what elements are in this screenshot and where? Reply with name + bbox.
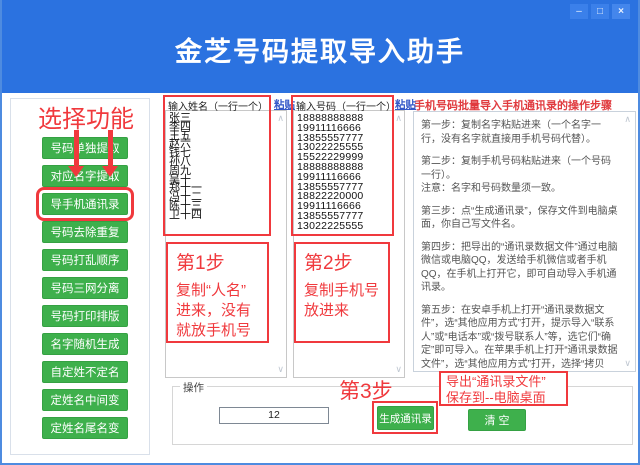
annotation-export-note: 导出“通讯录文件” 保存到--电脑桌面 [439,371,568,406]
scroll-up-icon[interactable]: ∧ [277,113,284,124]
sidebar-function-button[interactable]: 号码单独提取 [42,137,128,159]
names-paste-link[interactable]: 粘贴 [274,97,295,112]
window-controls: – □ × [570,4,630,19]
name-entry: 卫十四 [166,211,286,220]
step1-title: 第1步 [176,248,267,275]
instruction-paragraph: 第一步：复制名字粘贴进来（一个名字一行，没有名字就直接用手机号码代替）。 [421,119,619,146]
scroll-up-icon[interactable]: ∧ [624,114,631,125]
generate-contacts-button[interactable]: 生成通讯录 [377,406,434,430]
sidebar-function-button[interactable]: 名字随机生成 [42,333,128,355]
instruction-paragraph: 第四步：把导出的“通讯录数据文件”通过电脑微信或电脑QQ，发送给手机微信或者手机… [421,241,619,295]
scroll-down-icon[interactable]: ∨ [395,364,402,375]
sidebar-heading: 选择功能 [38,99,134,134]
annotation-arrow-left [74,130,79,168]
annotation-arrowhead-left [68,166,84,177]
annotation-step1-box: 第1步 复制“人名” 进来，没有 就放手机号 [166,242,269,343]
close-icon[interactable]: × [612,4,630,19]
scroll-down-icon[interactable]: ∨ [277,364,284,375]
numbers-paste-link[interactable]: 粘贴 [395,97,416,112]
minimize-icon[interactable]: – [570,4,588,19]
names-list: 张三 李四 王五 赵六 钱七 孙八 周九 吴十 郑十一 冯十二 陈十三 [166,111,286,220]
numbers-column-header: 输入号码（一行一个） [296,98,396,113]
operations-group-label: 操作 [180,380,207,395]
step2-title: 第2步 [304,248,388,275]
sidebar-function-button[interactable]: 号码去除重复 [42,221,128,243]
instruction-paragraph: 第五步：在安卓手机上打开“通讯录数据文件”，选“其他应用方式”打开，提示导入“联… [421,304,619,373]
annotation-step2-box: 第2步 复制手机号 放进来 [294,242,390,343]
sidebar-function-button[interactable]: 导手机通讯录 [42,193,128,215]
instruction-paragraph: 第二步：复制手机号码粘贴进来（一个号码一行）。 注意：名字和号码数量须一致。 [421,155,619,196]
instructions-text: 第一步：复制名字粘贴进来（一个名字一行，没有名字就直接用手机号码代替）。 第二步… [414,112,635,372]
sidebar-function-list: 号码单独提取 对应名字提取 导手机通讯录 号码去除重复 号码打乱顺序 号码三网分… [42,137,128,439]
step1-body: 复制“人名” 进来，没有 就放手机号 [176,281,267,341]
sidebar-function-button[interactable]: 号码打乱顺序 [42,249,128,271]
annotation-arrowhead-right [102,166,118,177]
numbers-list: 18888888888 19911116666 13855557777 1302… [294,111,404,232]
scroll-up-icon[interactable]: ∧ [395,113,402,124]
number-entry: 13022225555 [294,222,404,232]
sidebar-function-button[interactable]: 定姓名中间变 [42,389,128,411]
instruction-paragraph: 第三步：点“生成通讯录”，保存文件到电脑桌面，你自己写文件名。 [421,205,619,232]
step3-label: 第3步 [339,375,393,405]
sidebar-function-button[interactable]: 定姓名尾名变 [42,417,128,439]
sidebar-function-button[interactable]: 号码三网分离 [42,277,128,299]
window-title: 金芝号码提取导入助手 [0,30,640,69]
step2-body: 复制手机号 放进来 [304,281,388,321]
annotation-arrow-right [108,130,113,168]
maximize-icon[interactable]: □ [591,4,609,19]
sidebar-function-button[interactable]: 号码打印排版 [42,305,128,327]
scroll-down-icon[interactable]: ∨ [624,358,631,369]
count-field[interactable]: 12 [219,407,329,424]
names-column-header: 输入姓名（一行一个） [168,98,268,113]
clear-button[interactable]: 清 空 [468,409,526,431]
sidebar-function-button[interactable]: 自定姓不定名 [42,361,128,383]
instructions-box[interactable]: ∧ ∨ 第一步：复制名字粘贴进来（一个名字一行，没有名字就直接用手机号码代替）。… [413,111,636,372]
titlebar: 金芝号码提取导入助手 – □ × [0,0,640,93]
app-window: 金芝号码提取导入助手 – □ × 选择功能 号码单独提取 对应名字提取 导手机通… [0,0,640,465]
